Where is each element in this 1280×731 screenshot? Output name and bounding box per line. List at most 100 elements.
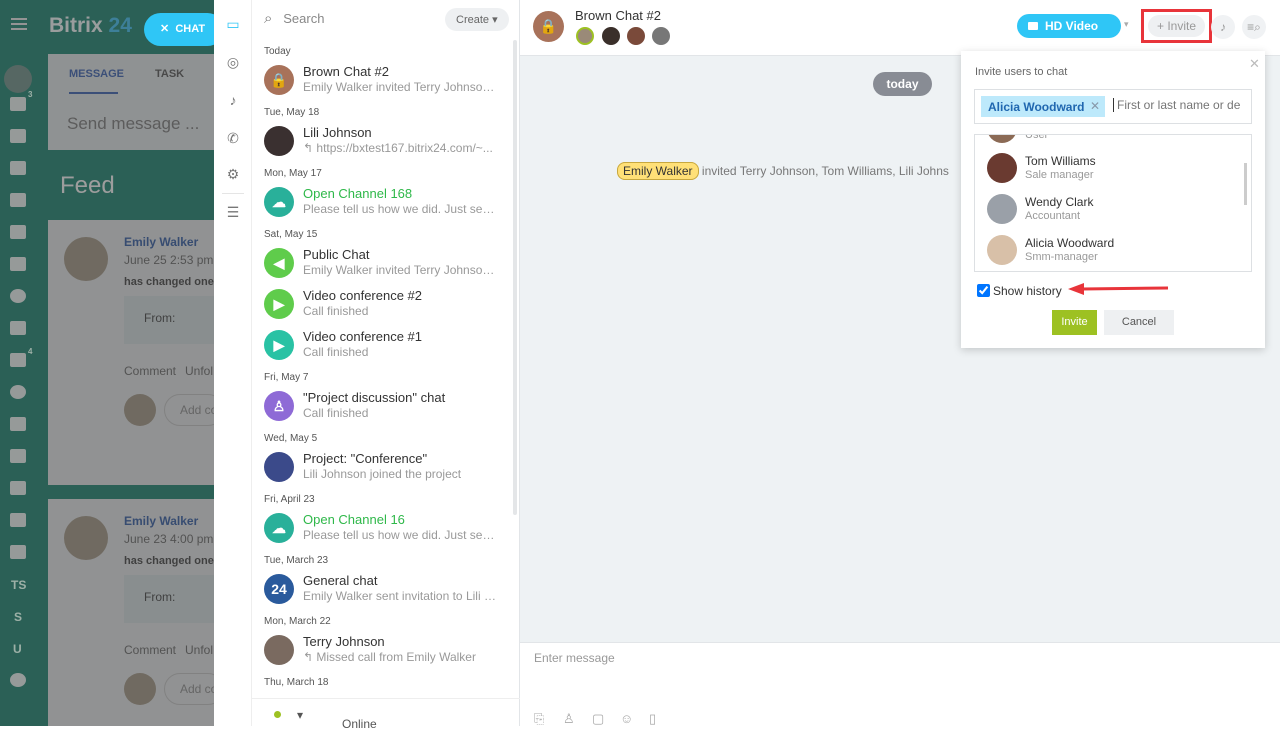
date-header: Mon, May 17 bbox=[264, 168, 322, 179]
chat-title: Open Channel 168 bbox=[303, 186, 413, 201]
chats-icon[interactable]: ▭ bbox=[226, 17, 240, 31]
user-role: Accountant bbox=[1025, 210, 1081, 222]
divider bbox=[222, 193, 244, 194]
chat-title: "Project discussion" chat bbox=[303, 390, 446, 405]
member-avatar[interactable] bbox=[576, 27, 594, 45]
cancel-button[interactable]: Cancel bbox=[1104, 310, 1174, 335]
chat-title: Terry Johnson bbox=[303, 634, 385, 649]
chat-title[interactable]: Brown Chat #2 bbox=[575, 8, 661, 23]
date-header: Tue, May 18 bbox=[264, 107, 320, 118]
chat-button-label: CHAT bbox=[175, 23, 206, 35]
message-input[interactable]: Enter message ⎘ ♙ ▢ ☺ ▯ bbox=[520, 642, 1280, 726]
chat-list-item[interactable]: ▶ Video conference #2 Call finished bbox=[264, 286, 510, 326]
chat-list-item[interactable]: Terry Johnson ↰ Missed call from Emily Wa… bbox=[264, 632, 510, 672]
user-selector[interactable]: Alicia Woodward ✕ bbox=[974, 89, 1252, 124]
cloud-icon: ☁ bbox=[264, 187, 294, 217]
invite-button[interactable]: + Invite bbox=[1148, 15, 1205, 37]
chat-preview: Emily Walker invited Terry Johnson... bbox=[303, 263, 498, 277]
status-selector[interactable]: Online ▾ bbox=[252, 698, 520, 731]
chat-list-item[interactable]: ☁ Open Channel 168 Please tell us how we d… bbox=[264, 184, 510, 224]
invite-popup: Invite users to chat ✕ Alicia Woodward ✕ … bbox=[961, 51, 1265, 348]
chat-list-item[interactable]: 🔒 Brown Chat #2 Emily Walker invited Terry… bbox=[264, 62, 510, 102]
chat-list-item[interactable]: Lili Johnson ↰ https://bxtest167.bitrix24… bbox=[264, 123, 510, 163]
overlay[interactable] bbox=[0, 0, 214, 726]
date-header: Tue, March 23 bbox=[264, 555, 329, 566]
chat-list-item[interactable]: ▶ Video conference #1 Call finished bbox=[264, 327, 510, 367]
show-history-checkbox[interactable]: Show history bbox=[977, 284, 1062, 298]
date-header: Sat, May 15 bbox=[264, 229, 318, 240]
user-avatar bbox=[987, 153, 1017, 183]
chat-list-scrollbar[interactable] bbox=[513, 40, 517, 515]
chat-preview: ↰ Missed call from Emily Walker bbox=[303, 650, 476, 664]
open-lines-icon[interactable]: ◎ bbox=[226, 55, 240, 69]
annotation-arrow bbox=[1068, 283, 1168, 295]
chat-preview: Emily Walker invited Terry Johnson... bbox=[303, 80, 498, 94]
user-row[interactable]: Tom Williams Sale manager bbox=[987, 153, 1227, 189]
chat-preview: Call finished bbox=[303, 406, 369, 420]
close-chat-button[interactable]: ✕ CHAT bbox=[144, 13, 224, 46]
gear-icon[interactable]: ⚙ bbox=[226, 167, 240, 181]
member-avatar[interactable] bbox=[652, 27, 670, 45]
user-avatar bbox=[987, 135, 1017, 143]
member-avatar[interactable] bbox=[602, 27, 620, 45]
user-list-scrollbar[interactable] bbox=[1244, 163, 1247, 205]
chat-list-item[interactable]: ☁ Open Channel 16 Please tell us how we di… bbox=[264, 510, 510, 550]
file-icon[interactable]: ▯ bbox=[649, 711, 656, 727]
chat-header: 🔒 Brown Chat #2 HD Video call ▾ + Invite… bbox=[520, 0, 1280, 57]
phone-icon[interactable]: ✆ bbox=[226, 131, 240, 145]
bell-icon[interactable]: ♪ bbox=[226, 93, 240, 107]
chat-title: Brown Chat #2 bbox=[303, 64, 389, 79]
user-row[interactable]: User bbox=[987, 135, 1227, 149]
portal-background: 3 4 TS S U Bitrix 24 MESSAGE TASK Send m… bbox=[0, 0, 214, 726]
date-header: Today bbox=[264, 46, 291, 57]
video-call-button[interactable]: HD Video call bbox=[1017, 14, 1121, 57]
chat-list-item[interactable]: Project: "Conference" Lili Johnson joined… bbox=[264, 449, 510, 489]
avatar-icon bbox=[264, 452, 294, 482]
user-role: Smm-manager bbox=[1025, 251, 1098, 263]
invite-submit-button[interactable]: Invite bbox=[1052, 310, 1097, 335]
video-call-dropdown-icon[interactable]: ▾ bbox=[1124, 19, 1129, 30]
create-label: Create bbox=[456, 14, 490, 26]
user-search-input[interactable] bbox=[1113, 98, 1245, 112]
chat-preview: Please tell us how we did. Just sen... bbox=[303, 202, 498, 216]
chat-list-item[interactable]: ◀ Public Chat Emily Walker invited Terry J… bbox=[264, 245, 510, 285]
chat-title: Lili Johnson bbox=[303, 125, 372, 140]
remove-tag-icon[interactable]: ✕ bbox=[1090, 99, 1100, 113]
user-row[interactable]: Alicia Woodward Smm-manager bbox=[987, 235, 1227, 271]
messenger-icon-bar: ▭ ◎ ♪ ✆ ⚙ ☰ bbox=[214, 0, 252, 726]
search-placeholder: Search bbox=[283, 11, 325, 26]
member-avatar[interactable] bbox=[627, 27, 645, 45]
edit-icon[interactable]: ▢ bbox=[592, 711, 604, 727]
search-history-icon[interactable]: ≡⌕ bbox=[1242, 15, 1266, 39]
smile-icon[interactable]: ☺ bbox=[620, 711, 633, 726]
24-icon: 24 bbox=[264, 574, 294, 604]
video-icon: ▶ bbox=[264, 289, 294, 319]
attach-icon[interactable]: ⎘ bbox=[534, 711, 544, 727]
chat-preview: Emily Walker sent invitation to Lili J..… bbox=[303, 589, 498, 603]
chat-preview: Please tell us how we did. Just sen... bbox=[303, 528, 498, 542]
chat-list-item[interactable]: 24 General chat Emily Walker sent invitati… bbox=[264, 571, 510, 611]
chat-title: Video conference #1 bbox=[303, 329, 423, 344]
user-icon[interactable]: ♙ bbox=[563, 711, 575, 727]
create-button[interactable]: Create ▾ bbox=[445, 8, 509, 31]
megaphone-icon: ◀ bbox=[264, 248, 294, 278]
chat-title: General chat bbox=[303, 573, 378, 588]
date-header: Thu, March 18 bbox=[264, 677, 329, 688]
bell-icon[interactable]: ♪ bbox=[1211, 15, 1235, 39]
system-message: Emily Walker invited Terry Johnson, Tom … bbox=[617, 162, 949, 180]
close-icon[interactable]: ✕ bbox=[1249, 56, 1260, 72]
notes-icon[interactable]: ☰ bbox=[226, 205, 240, 219]
show-history-check[interactable] bbox=[977, 284, 990, 297]
date-header: Mon, March 22 bbox=[264, 616, 331, 627]
video-icon: ▶ bbox=[264, 330, 294, 360]
cloud-icon: ☁ bbox=[264, 513, 294, 543]
user-row[interactable]: Wendy Clark Accountant bbox=[987, 194, 1227, 230]
search-input[interactable]: ⌕ Search bbox=[264, 10, 324, 27]
status-label: Online ▾ bbox=[297, 708, 377, 731]
chat-list-item[interactable]: ♙ "Project discussion" chat Call finished bbox=[264, 388, 510, 428]
lock-icon: 🔒 bbox=[264, 65, 294, 95]
user-name: Tom Williams bbox=[1025, 154, 1096, 168]
mention[interactable]: Emily Walker bbox=[617, 162, 699, 180]
system-message-text: invited Terry Johnson, Tom Williams, Lil… bbox=[701, 164, 949, 178]
online-dot bbox=[274, 711, 281, 718]
